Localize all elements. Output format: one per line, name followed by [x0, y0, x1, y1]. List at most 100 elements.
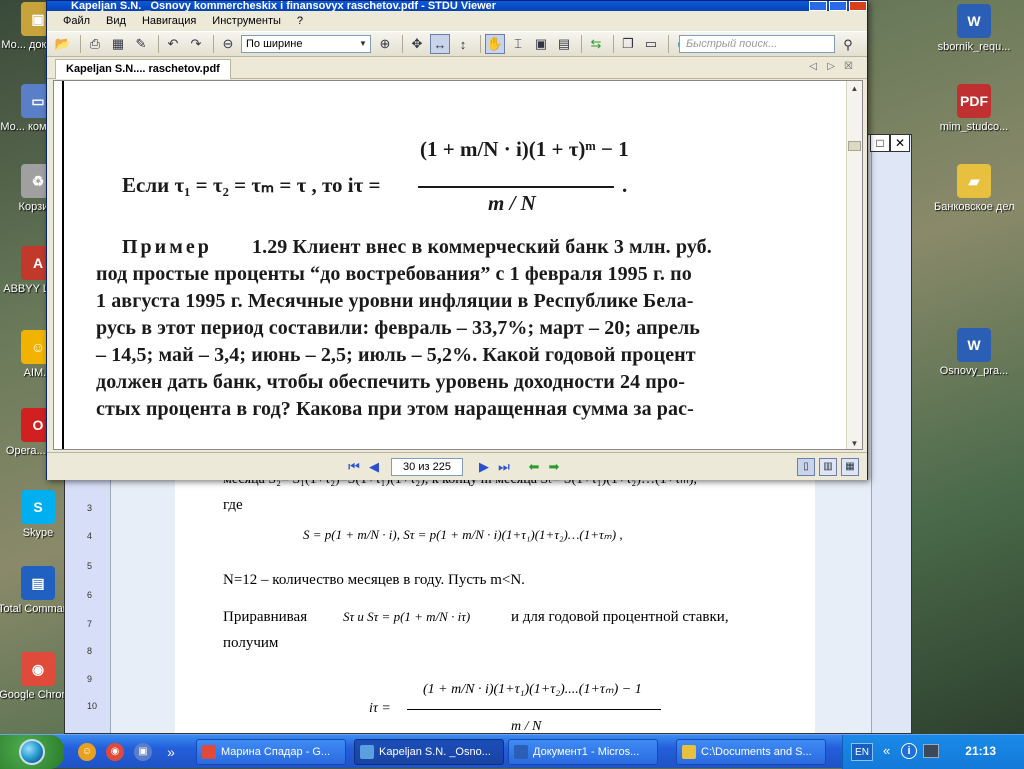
zoom-in-icon[interactable]: ⊕ [375, 34, 395, 54]
copy-icon[interactable]: ❐ [618, 34, 638, 54]
text-n-line: N=12 – количество месяцев в году. Пусть … [223, 572, 525, 588]
binoculars-icon[interactable]: ⚲ [838, 35, 858, 55]
rotate-right-icon[interactable]: ↷ [186, 34, 206, 54]
forward-icon[interactable]: ➡ [545, 458, 563, 476]
fraction-line [407, 709, 661, 710]
print-icon[interactable]: ⎙ [85, 34, 105, 54]
pdf-line: стых процента в год? Какова при этом нар… [96, 398, 694, 420]
fit-page-icon[interactable]: ✥ [407, 34, 427, 54]
menu-item[interactable]: Файл [55, 15, 98, 27]
minimize-button[interactable] [809, 1, 827, 11]
chevron-left-icon[interactable]: « [883, 743, 890, 758]
document-view[interactable]: Если τ₁ = τ₂ = τₘ = τ , то iτ = (1 + m/N… [53, 80, 863, 450]
task-label: C:\Documents and S... [701, 746, 812, 758]
rotate-left-icon[interactable]: ↶ [163, 34, 183, 54]
swap-icon[interactable]: ⇆ [586, 34, 606, 54]
snapshot-icon[interactable]: ▣ [531, 34, 551, 54]
chevron-right-icon[interactable]: » [162, 743, 180, 761]
hand-tool-icon[interactable]: ✋ [485, 34, 505, 54]
two-page-icon[interactable]: ▥ [819, 458, 837, 476]
formula2-lhs: iτ = [369, 701, 391, 716]
open-folder-icon[interactable]: 📂 [53, 34, 73, 54]
formula2-denominator: m / N [511, 719, 542, 734]
fit-width-icon[interactable]: ↔ [430, 34, 450, 54]
quicklaunch-explorer-icon[interactable]: ▣ [134, 743, 152, 761]
text-equating-b: и для годовой процентной ставки, [511, 609, 729, 625]
edit-icon[interactable]: ✎ [131, 34, 151, 54]
last-page-icon[interactable]: ⏭ [495, 458, 513, 476]
taskbar-task[interactable]: Марина Спадар - G... [196, 739, 346, 765]
pdf-example-label: Пример [122, 236, 212, 258]
network-icon[interactable] [923, 744, 939, 758]
desktop-icon[interactable]: W Osnovy_pra... [934, 328, 1014, 377]
system-tray: EN « i 21:13 [842, 735, 1024, 769]
quick-search-input[interactable]: Быстрый поиск... [679, 35, 835, 53]
desktop-icon[interactable]: PDF mim_studco... [934, 84, 1014, 133]
word-right-bar [871, 135, 911, 733]
task-icon [360, 745, 374, 759]
text-obtain: получим [223, 635, 279, 651]
menu-item[interactable]: Инструменты [204, 15, 289, 27]
desktop-icon-label: mim_studco... [939, 121, 1009, 133]
app-icon: ◉ [21, 652, 55, 686]
close-button[interactable] [849, 1, 867, 11]
quicklaunch-chrome-icon[interactable]: ◉ [106, 743, 124, 761]
pdf-fraction-line [418, 186, 614, 188]
start-button[interactable] [0, 735, 64, 769]
quicklaunch-aim-icon[interactable]: ☺ [78, 743, 96, 761]
desktop-icon[interactable]: Wsbornik_requ... [934, 4, 1014, 53]
pdf-line: 1.29 Клиент внес в коммерческий банк 3 м… [252, 236, 712, 258]
app-icon: W [957, 328, 991, 362]
info-icon[interactable]: i [901, 743, 917, 759]
taskbar-task[interactable]: Документ1 - Micros... [508, 739, 658, 765]
pdf-formula-dot: . [622, 173, 628, 197]
pdf-line: под простые проценты “до востребования” … [96, 263, 692, 285]
page-number-input[interactable]: 30 из 225 [391, 458, 463, 476]
app-icon: S [21, 490, 55, 524]
window-icon[interactable]: ▭ [641, 34, 661, 54]
menu-item[interactable]: Вид [98, 15, 134, 27]
menu-item[interactable]: Навигация [134, 15, 204, 27]
scroll-thumb[interactable] [848, 141, 861, 151]
word-maximize-button[interactable]: □ [870, 134, 890, 152]
chevron-down-icon: ▼ [359, 39, 367, 48]
viewer-titlebar[interactable]: Kapeljan S.N. _Osnovy kommercheskix i fi… [47, 1, 867, 11]
maximize-button[interactable] [829, 1, 847, 11]
back-icon[interactable]: ⬅ [525, 458, 543, 476]
menu-item[interactable]: ? [289, 15, 311, 27]
vertical-scrollbar[interactable]: ▲ ▼ [846, 81, 862, 449]
tab-document[interactable]: Kapeljan S.N.... raschetov.pdf [55, 59, 231, 79]
tab-prev-icon[interactable]: ◁ [809, 61, 817, 72]
tab-next-icon[interactable]: ▷ [827, 61, 835, 72]
image-icon[interactable]: ▦ [108, 34, 128, 54]
taskbar-task[interactable]: Kapeljan S.N. _Osno... [354, 739, 504, 765]
zoom-select[interactable]: По ширине ▼ [241, 35, 371, 53]
word-close-button[interactable]: ✕ [890, 134, 910, 152]
stdu-viewer-window[interactable]: Kapeljan S.N. _Osnovy kommercheskix i fi… [46, 0, 868, 480]
language-indicator[interactable]: EN [851, 743, 873, 761]
scroll-down-icon[interactable]: ▼ [847, 436, 862, 449]
grid-view-icon[interactable]: ▦ [841, 458, 859, 476]
page-navigation-bar: ⏮ ◀ 30 из 225 ▶ ⏭ ⬅ ➡ ▯ ▥ ▦ [47, 452, 867, 480]
single-page-icon[interactable]: ▯ [797, 458, 815, 476]
thumbnails-icon[interactable]: ▤ [554, 34, 574, 54]
scroll-up-icon[interactable]: ▲ [847, 81, 862, 96]
pdf-line: русь в этот период составили: февраль – … [96, 317, 700, 339]
fit-height-icon[interactable]: ↕ [453, 34, 473, 54]
toolbar: 📂 ⎙ ▦ ✎ ↶ ↷ ⊖ По ширине ▼ ⊕ ✥ ↔ ↕ ✋ ⌶ ▣ ▤… [47, 31, 867, 57]
tab-close-icon[interactable]: ☒ [844, 61, 853, 72]
zoom-out-icon[interactable]: ⊖ [218, 34, 238, 54]
next-page-icon[interactable]: ▶ [475, 458, 493, 476]
first-page-icon[interactable]: ⏮ [345, 458, 363, 476]
taskbar-task[interactable]: C:\Documents and S... [676, 739, 826, 765]
desktop-icon[interactable]: ▰ Банковское дело [934, 164, 1014, 213]
formula-s: S = p(1 + m/N · i), Sτ = p(1 + m/N · i)(… [303, 527, 623, 542]
pdf-line: 1 августа 1995 г. Месячные уровни инфляц… [96, 290, 694, 312]
select-text-icon[interactable]: ⌶ [508, 34, 528, 54]
pdf-if-line: Если τ₁ = τ₂ = τₘ = τ , то iτ = [122, 173, 381, 197]
prev-page-icon[interactable]: ◀ [365, 458, 383, 476]
text-equating: Приравнивая [223, 609, 308, 625]
clock[interactable]: 21:13 [965, 744, 996, 758]
desktop-icon-label: sbornik_requ... [937, 41, 1011, 53]
app-icon: ▤ [21, 566, 55, 600]
